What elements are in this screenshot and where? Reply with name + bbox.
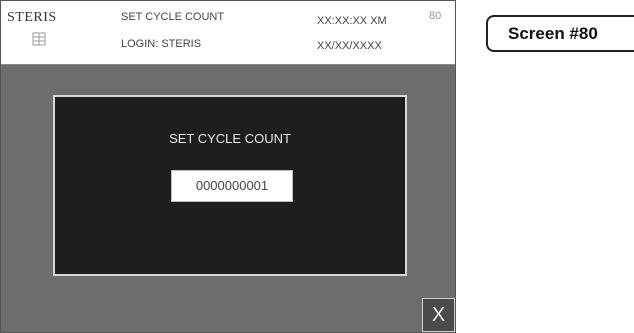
header-title: SET CYCLE COUNT (121, 11, 225, 23)
screen-label-box: Screen #80 (486, 15, 634, 52)
login-label: LOGIN: STERIS (121, 38, 202, 50)
dialog-title: SET CYCLE COUNT (169, 131, 291, 146)
steris-logo-icon (32, 32, 46, 46)
screen-label: Screen #80 (508, 24, 598, 43)
screen-number: 80 (429, 10, 442, 22)
cycle-count-field[interactable]: 0000000001 (171, 170, 293, 202)
date-display: XX/XX/XXXX (317, 40, 382, 52)
set-cycle-count-dialog: SET CYCLE COUNT 0000000001 (53, 95, 407, 276)
time-display: XX:XX:XX XM (317, 15, 387, 27)
header-bar: STERIS SET CYCLE COUNT LOGIN: STERIS XX:… (1, 1, 455, 65)
device-screen: STERIS SET CYCLE COUNT LOGIN: STERIS XX:… (0, 0, 456, 333)
logo: STERIS (7, 10, 57, 25)
close-button[interactable]: X (422, 298, 455, 332)
